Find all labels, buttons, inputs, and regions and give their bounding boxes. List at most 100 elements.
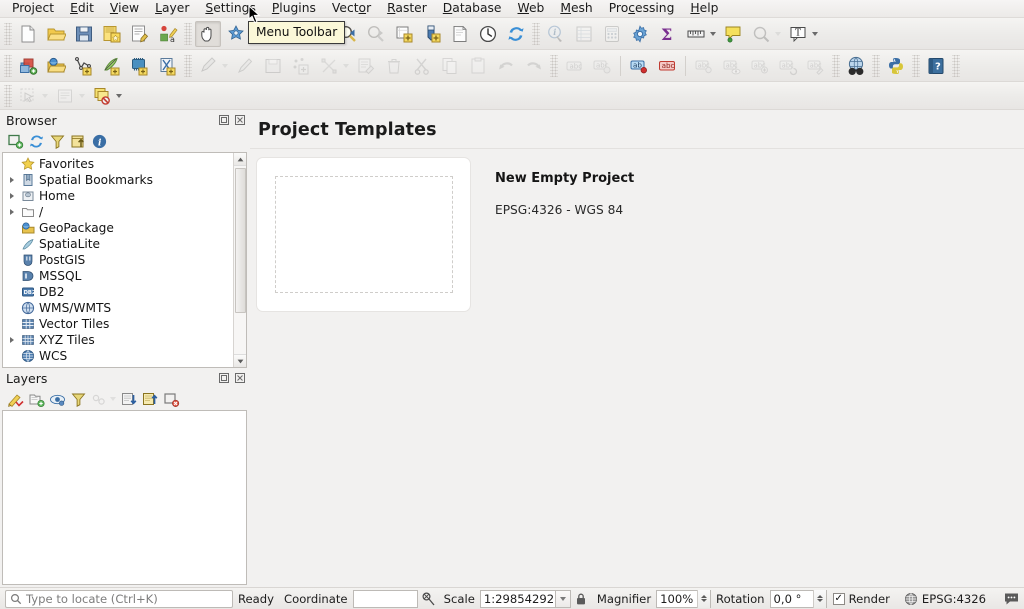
add-group-icon[interactable]: [26, 389, 47, 409]
new-project-button[interactable]: [15, 21, 41, 47]
highlight-pinned-labels-button[interactable]: ab: [626, 53, 652, 79]
open-attribute-table-button[interactable]: [571, 21, 597, 47]
python-console-button[interactable]: [883, 53, 909, 79]
menu-plugins[interactable]: Plugins: [264, 0, 324, 18]
add-label-button[interactable]: abc: [747, 53, 773, 79]
add-raster-layer-button[interactable]: [99, 53, 125, 79]
scroll-down-arrow[interactable]: [233, 354, 246, 367]
menu-mesh[interactable]: Mesh: [552, 0, 600, 18]
toolbar-grip-7[interactable]: [832, 54, 840, 77]
tree-item-favorites[interactable]: Favorites: [3, 156, 246, 172]
menu-view[interactable]: View: [102, 0, 147, 18]
browser-scrollbar[interactable]: [233, 153, 246, 367]
menu-processing[interactable]: Processing: [601, 0, 683, 18]
save-project-button[interactable]: [71, 21, 97, 47]
delete-selected-button[interactable]: [381, 53, 407, 79]
tree-item-home[interactable]: Home: [3, 188, 246, 204]
vertex-tool-dropdown-arrow[interactable]: [341, 53, 350, 79]
new-print-layout-button[interactable]: [447, 21, 473, 47]
menu-database[interactable]: Database: [435, 0, 510, 18]
coordinate-input[interactable]: [352, 589, 418, 608]
collapse-all-icon[interactable]: [140, 389, 161, 409]
template-card-new-empty-project[interactable]: [256, 157, 471, 312]
measure-line-button[interactable]: [683, 21, 709, 47]
tree-item-spatialite[interactable]: SpatiaLite: [3, 236, 246, 252]
layers-tree[interactable]: [2, 410, 247, 585]
label-toolbar-icon[interactable]: abc: [561, 53, 587, 79]
metasearch-globe-icon[interactable]: [843, 53, 869, 79]
unplaced-labels-button[interactable]: abc: [654, 53, 680, 79]
magnifier-input[interactable]: 100%: [656, 589, 712, 608]
show-temporal-controller-button[interactable]: [475, 21, 501, 47]
properties-info-icon[interactable]: i: [89, 131, 110, 151]
browser-tree[interactable]: Favorites Spatial Bookmarks Home / GeoPa…: [2, 152, 247, 368]
current-edits-button[interactable]: [195, 53, 221, 79]
layers-close-button[interactable]: [233, 371, 247, 385]
menu-web[interactable]: Web: [510, 0, 553, 18]
save-layer-edits-button[interactable]: [260, 53, 286, 79]
tree-item-geopackage[interactable]: GeoPackage: [3, 220, 246, 236]
annotation-dropdown-arrow[interactable]: [810, 21, 819, 47]
text-annotation-button[interactable]: T: [785, 21, 811, 47]
filter-icon[interactable]: [47, 131, 68, 151]
browser-float-button[interactable]: [217, 113, 231, 127]
manage-visibility-eye-icon[interactable]: [47, 389, 68, 409]
deselect-dropdown-arrow[interactable]: [114, 83, 123, 109]
modify-attributes-button[interactable]: [353, 53, 379, 79]
toolbar-grip-3[interactable]: [532, 22, 540, 45]
open-layer-styling-icon[interactable]: [5, 389, 26, 409]
tree-item-vector-tiles[interactable]: Vector Tiles: [3, 316, 246, 332]
rotation-input[interactable]: 0,0 °: [769, 589, 827, 608]
toolbar-grip-4[interactable]: [4, 54, 12, 77]
expand-arrow[interactable]: [5, 193, 19, 199]
menu-project[interactable]: Project: [4, 0, 62, 18]
scrollbar-thumb[interactable]: [234, 168, 246, 313]
add-vector-layer-button[interactable]: [71, 53, 97, 79]
help-button[interactable]: ?: [923, 53, 949, 79]
select-features-button[interactable]: [15, 83, 41, 109]
new-map-view-button[interactable]: [391, 21, 417, 47]
tree-item-wms-wmts[interactable]: WMS/WMTS: [3, 300, 246, 316]
move-label-button[interactable]: abc: [691, 53, 717, 79]
collapse-all-icon[interactable]: [68, 131, 89, 151]
new-3d-map-view-button[interactable]: [419, 21, 445, 47]
tree-item-db2[interactable]: DB2 DB2: [3, 284, 246, 300]
toolbar-grip-8[interactable]: [872, 54, 880, 77]
tree-item-spatial-bookmarks[interactable]: Spatial Bookmarks: [3, 172, 246, 188]
tree-item-root[interactable]: /: [3, 204, 246, 220]
add-selected-layers-icon[interactable]: [5, 131, 26, 151]
zoom-next-button[interactable]: [363, 21, 389, 47]
measure-dropdown-arrow[interactable]: [708, 21, 717, 47]
add-feature-button[interactable]: [288, 53, 314, 79]
field-calculator-button[interactable]: [599, 21, 625, 47]
menu-edit[interactable]: Edit: [62, 0, 102, 18]
show-bookmarks-button[interactable]: [748, 21, 774, 47]
toolbar-grip-9[interactable]: [912, 54, 920, 77]
deselect-features-button[interactable]: [89, 83, 115, 109]
copy-features-button[interactable]: [437, 53, 463, 79]
toggle-extents-icon[interactable]: [418, 589, 439, 609]
add-mesh-layer-button[interactable]: [127, 53, 153, 79]
tree-item-wcs[interactable]: WCS: [3, 348, 246, 364]
menu-layer[interactable]: Layer: [147, 0, 197, 18]
new-geopackage-layer-button[interactable]: [43, 53, 69, 79]
refresh-icon[interactable]: [26, 131, 47, 151]
menu-raster[interactable]: Raster: [379, 0, 435, 18]
menu-help[interactable]: Help: [682, 0, 726, 18]
crs-globe-icon[interactable]: [901, 589, 922, 609]
render-checkbox[interactable]: ✓: [832, 592, 845, 605]
redo-button[interactable]: [521, 53, 547, 79]
filter-legend-icon[interactable]: [68, 389, 89, 409]
lock-scale-icon[interactable]: [571, 589, 592, 609]
undo-button[interactable]: [493, 53, 519, 79]
rotation-stepper[interactable]: [812, 589, 826, 608]
select-dropdown-arrow[interactable]: [40, 83, 49, 109]
statistical-summary-button[interactable]: Σ: [655, 21, 681, 47]
remove-layer-icon[interactable]: [161, 389, 182, 409]
show-hide-labels-button[interactable]: abc: [719, 53, 745, 79]
toolbar-grip-6[interactable]: [550, 54, 558, 77]
scrollbar-track[interactable]: [234, 166, 247, 354]
toolbar-grip-5[interactable]: [184, 54, 192, 77]
add-delimited-text-layer-button[interactable]: [155, 53, 181, 79]
cut-features-button[interactable]: [409, 53, 435, 79]
